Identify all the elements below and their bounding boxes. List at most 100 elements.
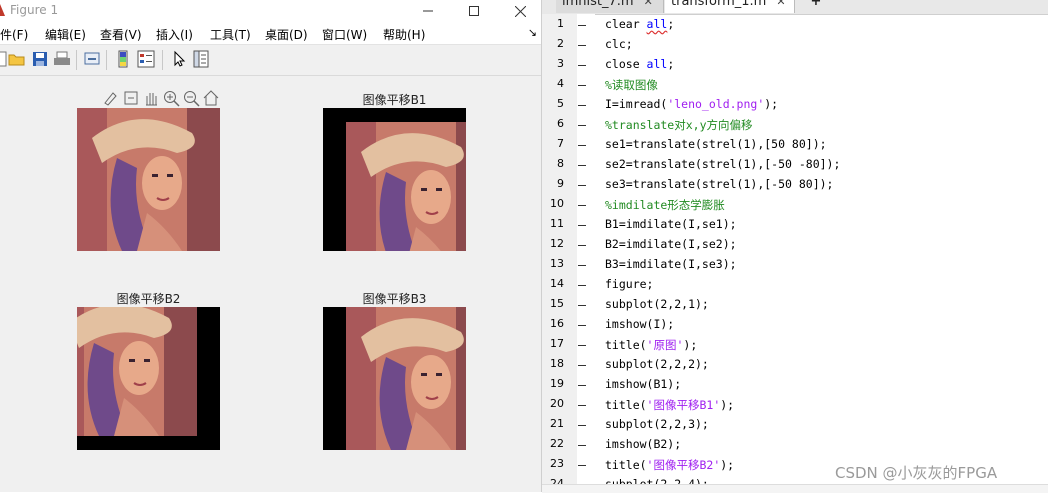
maximize-button[interactable]: [451, 0, 497, 22]
breakpoint-marker[interactable]: [578, 385, 586, 386]
breakpoint-marker[interactable]: [578, 185, 586, 186]
code-token: all: [646, 17, 668, 31]
breakpoint-marker[interactable]: [578, 165, 586, 166]
code-token: subplot(2,2,3);: [605, 417, 709, 431]
code-token: %translate对x,y方向偏移: [605, 118, 753, 132]
code-line[interactable]: figure;: [605, 277, 653, 291]
image-b3: [323, 307, 466, 450]
breakpoint-column[interactable]: [577, 14, 595, 492]
menu-edit[interactable]: 编辑(E): [45, 26, 86, 43]
breakpoint-marker[interactable]: [578, 245, 586, 246]
code-token: );: [683, 338, 698, 352]
dock-arrow-icon[interactable]: ↘: [528, 26, 537, 39]
code-editor: lmnist_7.m ✕ transform_1.m ✕ + 1 2 3 4 5 6 7 8 9 10…: [541, 0, 1048, 493]
code-line[interactable]: %imdilate形态学膨胀: [605, 197, 725, 213]
breakpoint-marker[interactable]: [578, 405, 586, 406]
zoom-out-icon[interactable]: [182, 89, 200, 107]
portrait-image-shifted: [346, 122, 466, 251]
code-line[interactable]: subplot(2,2,3);: [605, 417, 709, 431]
minimize-button[interactable]: [405, 0, 451, 22]
menu-view[interactable]: 查看(V): [100, 26, 142, 43]
breakpoint-marker[interactable]: [578, 105, 586, 106]
code-line[interactable]: B2=imdilate(I,se2);: [605, 237, 737, 251]
open-icon[interactable]: [8, 50, 26, 68]
menu-desktop[interactable]: 桌面(D): [265, 26, 308, 43]
toolbar-separator: [106, 50, 107, 70]
breakpoint-marker[interactable]: [578, 25, 586, 26]
code-line[interactable]: subplot(2,2,2);: [605, 357, 709, 371]
breakpoint-marker[interactable]: [578, 265, 586, 266]
breakpoint-marker[interactable]: [578, 325, 586, 326]
code-line[interactable]: %translate对x,y方向偏移: [605, 117, 753, 133]
breakpoint-marker[interactable]: [578, 305, 586, 306]
figure-titlebar: Figure 1: [0, 0, 541, 22]
code-line[interactable]: clc;: [605, 37, 633, 51]
breakpoint-marker[interactable]: [578, 285, 586, 286]
code-line[interactable]: close all;: [605, 57, 674, 71]
tab-lmnist[interactable]: lmnist_7.m ✕: [556, 0, 664, 13]
select-arrow-icon[interactable]: [170, 50, 188, 68]
breakpoint-marker[interactable]: [578, 45, 586, 46]
code-line[interactable]: se2=translate(strel(1),[-50 -80]);: [605, 157, 840, 171]
code-line[interactable]: imshow(I);: [605, 317, 674, 331]
code-line[interactable]: title('图像平移B2');: [605, 457, 734, 473]
brush-icon[interactable]: [102, 89, 120, 107]
code-token: imshow(B2);: [605, 437, 682, 451]
code-line[interactable]: clear all;: [605, 17, 674, 31]
breakpoint-marker[interactable]: [578, 65, 586, 66]
line-number: 16: [550, 317, 564, 330]
print-icon[interactable]: [53, 50, 71, 68]
tab-label: lmnist_7.m: [562, 0, 634, 9]
code-line[interactable]: se1=translate(strel(1),[50 80]);: [605, 137, 827, 151]
close-icon[interactable]: ✕: [644, 0, 653, 8]
code-line[interactable]: I=imread('leno_old.png');: [605, 97, 778, 111]
code-area[interactable]: clear all; clc; close all; %读取图像 I=imread('l…: [595, 14, 1048, 492]
portrait-image-shifted: [346, 307, 466, 450]
code-line[interactable]: B3=imdilate(I,se3);: [605, 257, 737, 271]
close-button[interactable]: [497, 0, 541, 22]
tab-transform[interactable]: transform_1.m ✕: [665, 0, 795, 13]
menu-help[interactable]: 帮助(H): [383, 26, 425, 43]
breakpoint-marker[interactable]: [578, 85, 586, 86]
save-icon[interactable]: [31, 50, 49, 68]
zoom-in-icon[interactable]: [162, 89, 180, 107]
breakpoint-marker[interactable]: [578, 365, 586, 366]
breakpoint-marker[interactable]: [578, 145, 586, 146]
menu-file[interactable]: 文件(F): [0, 26, 28, 43]
breakpoint-marker[interactable]: [578, 125, 586, 126]
code-token: B1=imdilate(I,se1);: [605, 217, 737, 231]
menu-window[interactable]: 窗口(W): [322, 26, 367, 43]
menu-insert[interactable]: 插入(I): [156, 26, 193, 43]
close-icon[interactable]: ✕: [776, 0, 785, 8]
colorbar-icon[interactable]: [114, 50, 132, 68]
breakpoint-marker[interactable]: [578, 225, 586, 226]
breakpoint-marker[interactable]: [578, 445, 586, 446]
code-line[interactable]: subplot(2,2,1);: [605, 297, 709, 311]
data-tips-icon[interactable]: [122, 89, 140, 107]
link-icon[interactable]: [83, 50, 101, 68]
menu-tools[interactable]: 工具(T): [210, 26, 251, 43]
matlab-icon: [0, 2, 6, 16]
code-line[interactable]: B1=imdilate(I,se1);: [605, 217, 737, 231]
code-line[interactable]: se3=translate(strel(1),[-50 80]);: [605, 177, 833, 191]
code-line[interactable]: imshow(B2);: [605, 437, 681, 451]
code-line[interactable]: title('图像平移B1');: [605, 397, 734, 413]
property-inspector-icon[interactable]: [192, 50, 210, 68]
breakpoint-marker[interactable]: [578, 425, 586, 426]
pan-hand-icon[interactable]: [142, 89, 160, 107]
code-line[interactable]: title('原图');: [605, 337, 697, 353]
breakpoint-marker[interactable]: [578, 465, 586, 466]
image-b2: [77, 307, 220, 450]
code-line[interactable]: %读取图像: [605, 77, 658, 93]
home-icon[interactable]: [202, 89, 220, 107]
breakpoint-marker[interactable]: [578, 345, 586, 346]
line-number: 2: [557, 37, 564, 50]
add-tab-button[interactable]: +: [800, 0, 832, 13]
window-title: Figure 1: [10, 3, 59, 17]
code-line[interactable]: imshow(B1);: [605, 377, 681, 391]
breakpoint-marker[interactable]: [578, 205, 586, 206]
image-original: [77, 108, 220, 251]
code-token: I=imread(: [605, 97, 668, 111]
code-token: close: [605, 57, 647, 71]
legend-icon[interactable]: [137, 50, 155, 68]
